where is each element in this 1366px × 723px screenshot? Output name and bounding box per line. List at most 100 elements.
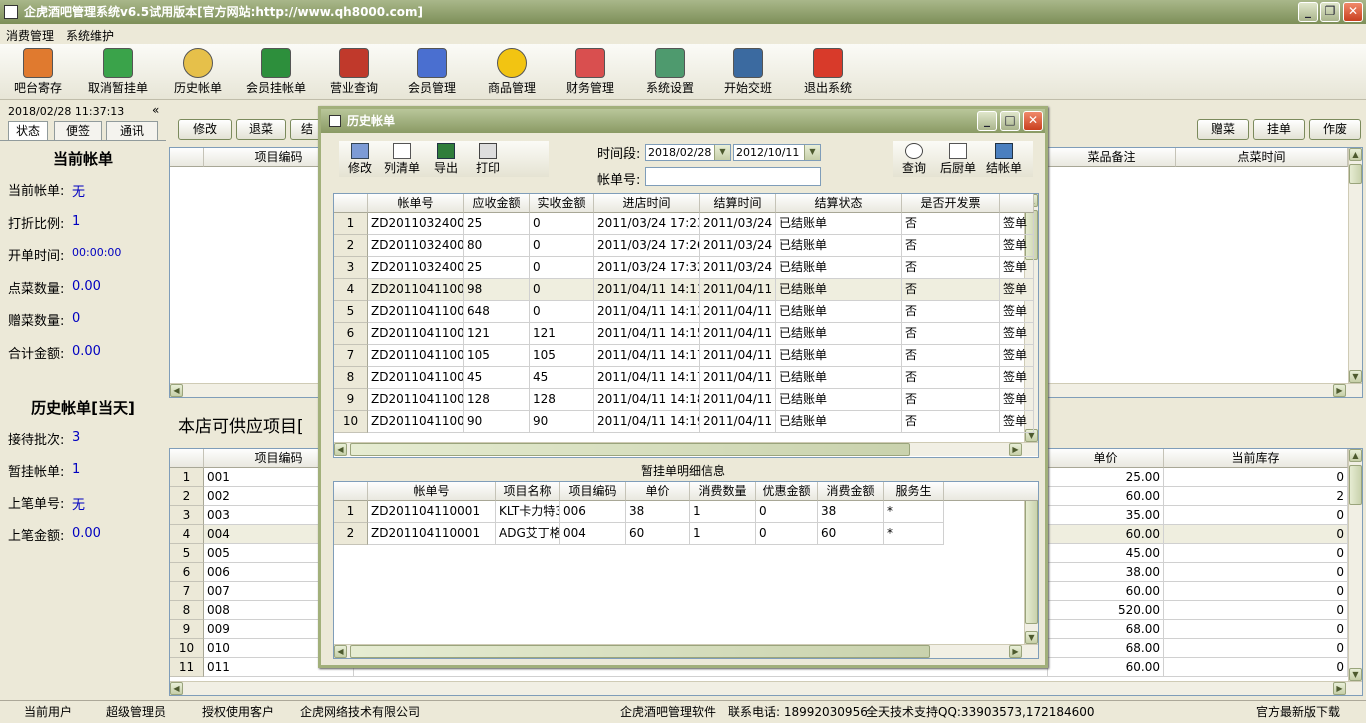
history-cell[interactable]: 2011/04/11 14:17:03: [700, 345, 776, 367]
detail-cell[interactable]: 0: [756, 523, 818, 545]
history-cell[interactable]: 已结账单: [776, 367, 902, 389]
history-cell[interactable]: 2011/04/11 14:19:35: [700, 411, 776, 433]
history-hscroll-thumb[interactable]: [350, 443, 910, 456]
history-cell[interactable]: 2011/04/11 14:17:03: [594, 345, 700, 367]
history-cell[interactable]: ZD201104110006: [368, 389, 464, 411]
detail-cell[interactable]: 006: [560, 501, 626, 523]
minimize-button[interactable]: _: [1298, 2, 1318, 22]
dialog-print-button[interactable]: 打印: [467, 141, 509, 176]
collapse-icon[interactable]: «: [152, 103, 159, 117]
toolbar-cancel-hold-button[interactable]: 取消暂挂单: [80, 46, 156, 98]
vertical-scrollbar[interactable]: ▲ ▼: [1348, 148, 1362, 383]
history-cell[interactable]: 2011/03/24 17:23:17: [594, 213, 700, 235]
history-cell[interactable]: 45: [530, 367, 594, 389]
toolbar-member-button[interactable]: 会员管理: [394, 46, 470, 98]
supply-item-stock[interactable]: 0: [1164, 544, 1348, 563]
supply-item-stock[interactable]: 0: [1164, 563, 1348, 582]
detail-cell[interactable]: *: [884, 523, 944, 545]
history-cell[interactable]: 否: [902, 279, 1000, 301]
history-scroll-left-icon[interactable]: ◀: [334, 443, 347, 456]
history-cell[interactable]: 签单: [1000, 235, 1034, 257]
dialog-close-button[interactable]: ✕: [1023, 111, 1043, 131]
history-cell[interactable]: 25: [464, 213, 530, 235]
history-cell[interactable]: 签单: [1000, 279, 1034, 301]
history-cell[interactable]: 已结账单: [776, 213, 902, 235]
toolbar-finance-button[interactable]: 财务管理: [552, 46, 628, 98]
history-cell[interactable]: 否: [902, 213, 1000, 235]
history-cell[interactable]: 2011/04/11 14:17:18: [700, 367, 776, 389]
history-cell[interactable]: 已结账单: [776, 279, 902, 301]
dialog-kitchen-button[interactable]: 后厨单: [935, 141, 981, 176]
history-cell[interactable]: 否: [902, 411, 1000, 433]
history-cell[interactable]: 否: [902, 323, 1000, 345]
history-cell[interactable]: 0: [530, 301, 594, 323]
history-cell[interactable]: 2011/04/11 14:11:54: [594, 279, 700, 301]
dialog-maximize-button[interactable]: □: [1000, 111, 1020, 131]
history-cell[interactable]: ZD201104110007: [368, 411, 464, 433]
supply-item-price[interactable]: 60.00: [1048, 658, 1164, 677]
dialog-list-button[interactable]: 列清单: [381, 141, 423, 176]
date-from-select[interactable]: 2018/02/28 ▼: [645, 144, 731, 161]
supply-item-price[interactable]: 35.00: [1048, 506, 1164, 525]
history-cell[interactable]: ZD201104110002: [368, 301, 464, 323]
lower-scroll-thumb[interactable]: [1349, 465, 1362, 505]
supply-item-stock[interactable]: 0: [1164, 601, 1348, 620]
supply-item-stock[interactable]: 0: [1164, 639, 1348, 658]
history-cell[interactable]: 105: [530, 345, 594, 367]
lower-scroll-left-icon[interactable]: ◀: [170, 682, 183, 695]
toolbar-star-button[interactable]: 商品管理: [474, 46, 550, 98]
dialog-query-button[interactable]: 查询: [893, 141, 935, 176]
detail-cell[interactable]: ZD201104110001: [368, 523, 496, 545]
history-cell[interactable]: 98: [464, 279, 530, 301]
scroll-up-icon[interactable]: ▲: [1349, 148, 1362, 161]
history-cell[interactable]: 签单: [1000, 257, 1034, 279]
history-cell[interactable]: 已结账单: [776, 301, 902, 323]
supply-item-price[interactable]: 45.00: [1048, 544, 1164, 563]
dialog-export-button[interactable]: 导出: [425, 141, 467, 176]
date-to-select[interactable]: 2012/10/11 ▼: [733, 144, 821, 161]
detail-vertical-scrollbar[interactable]: ▲ ▼: [1024, 482, 1038, 644]
detail-scroll-right-icon[interactable]: ▶: [1009, 645, 1022, 658]
history-cell[interactable]: 0: [530, 279, 594, 301]
history-cell[interactable]: 0: [530, 257, 594, 279]
history-cell[interactable]: 0: [530, 213, 594, 235]
toolbar-storage-button[interactable]: 吧台寄存: [0, 46, 76, 98]
close-button[interactable]: ✕: [1343, 2, 1363, 22]
history-bills-grid[interactable]: ▲ ▼ ◀ ▶ 帐单号应收金额实收金额进店时间结算时间结算状态是否开发票1ZD2…: [333, 193, 1039, 458]
history-cell[interactable]: 121: [464, 323, 530, 345]
hold-button[interactable]: 挂单: [1253, 119, 1305, 140]
history-cell[interactable]: ZD201104110003: [368, 323, 464, 345]
supply-item-price[interactable]: 25.00: [1048, 468, 1164, 487]
dialog-minimize-button[interactable]: _: [977, 111, 997, 131]
detail-cell[interactable]: 0: [756, 501, 818, 523]
history-cell[interactable]: 已结账单: [776, 345, 902, 367]
dialog-titlebar[interactable]: 历史帐单: [321, 109, 1045, 133]
history-cell[interactable]: 2011/04/11 14:15:02: [700, 323, 776, 345]
lower-scroll-up-icon[interactable]: ▲: [1349, 449, 1362, 462]
history-cell[interactable]: 2011/04/11 14:17:18: [594, 367, 700, 389]
history-cell[interactable]: 签单: [1000, 213, 1034, 235]
supply-item-price[interactable]: 38.00: [1048, 563, 1164, 582]
tab-notes[interactable]: 便签: [54, 121, 102, 140]
history-horizontal-scrollbar[interactable]: ◀ ▶: [334, 442, 1038, 456]
history-cell[interactable]: 2011/03/24 17:26:19: [594, 235, 700, 257]
history-cell[interactable]: ZD201104110005: [368, 367, 464, 389]
history-cell[interactable]: 否: [902, 367, 1000, 389]
hold-detail-grid[interactable]: ▲ ▼ ◀ ▶ 帐单号项目名称项目编码单价消费数量优惠金额消费金额服务生1ZD2…: [333, 481, 1039, 659]
lower-scroll-right-icon[interactable]: ▶: [1333, 682, 1346, 695]
scroll-right-icon[interactable]: ▶: [1333, 384, 1346, 397]
detail-cell[interactable]: 60: [818, 523, 884, 545]
toolbar-member-charge-button[interactable]: 会员挂帐单: [238, 46, 314, 98]
supply-item-stock[interactable]: 0: [1164, 582, 1348, 601]
history-cell[interactable]: 2011/04/11 14:19:35: [594, 411, 700, 433]
history-cell[interactable]: 0: [530, 235, 594, 257]
lower-scroll-down-icon[interactable]: ▼: [1349, 668, 1362, 681]
history-cell[interactable]: 已结账单: [776, 235, 902, 257]
window-titlebar[interactable]: 企虎酒吧管理系统v6.5试用版本[官方网站:http://www.qh8000.…: [0, 0, 1366, 24]
history-cell[interactable]: 否: [902, 301, 1000, 323]
history-cell[interactable]: 2011/03/24 17:32:33: [594, 257, 700, 279]
supply-item-price[interactable]: 60.00: [1048, 525, 1164, 544]
detail-scroll-down-icon[interactable]: ▼: [1025, 631, 1038, 644]
history-cell[interactable]: 45: [464, 367, 530, 389]
detail-cell[interactable]: ZD201104110001: [368, 501, 496, 523]
